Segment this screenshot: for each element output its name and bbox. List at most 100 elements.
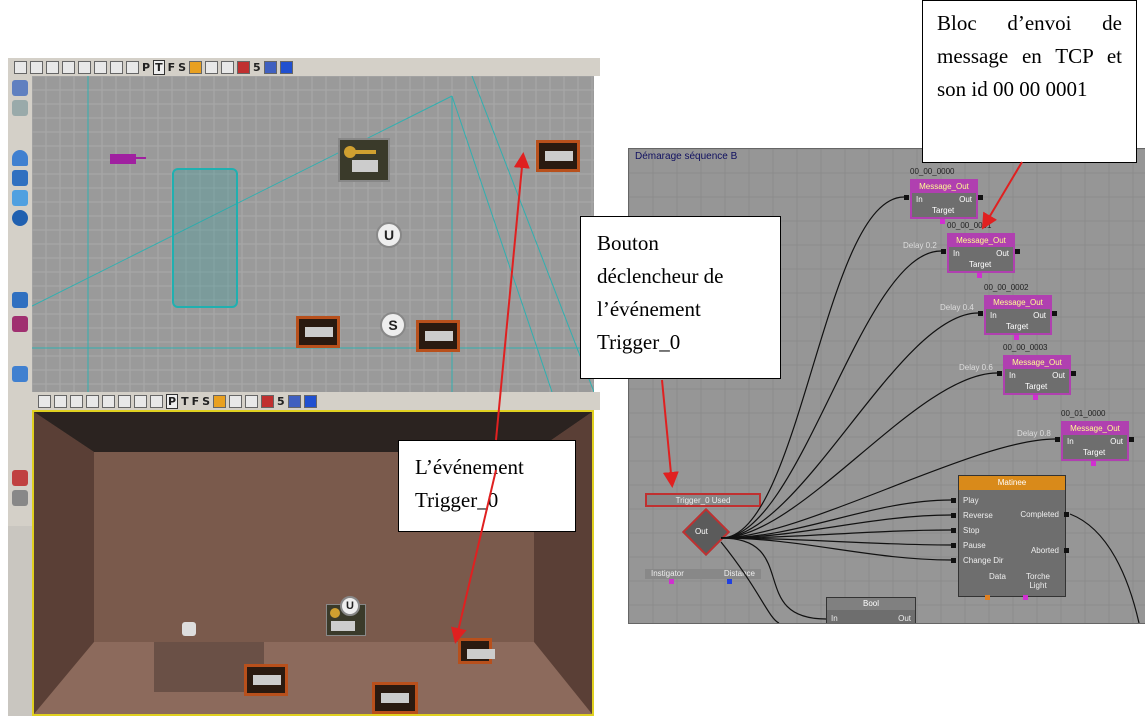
message-target-label: Target [1083, 448, 1106, 457]
cone-brush-icon[interactable] [12, 150, 28, 166]
matinee-play-pin[interactable] [951, 498, 956, 503]
sheet-brush-icon[interactable] [12, 190, 28, 206]
grid-icon[interactable] [245, 394, 259, 408]
message-in-pin[interactable] [978, 311, 983, 316]
message-target-pin[interactable] [977, 273, 982, 278]
message-out-node[interactable]: Message_Out In Out Target [1003, 355, 1071, 395]
message-target-pin[interactable] [1014, 335, 1019, 340]
show-flags-icon[interactable] [205, 60, 219, 74]
side-view-button[interactable]: S [178, 61, 186, 74]
sequence-title: Démarage séquence B [635, 151, 738, 162]
matinee-node[interactable]: Matinee Play Reverse Stop Pause Change D… [958, 475, 1066, 597]
show-flags-icon[interactable] [229, 394, 243, 408]
matinee-pause-pin[interactable] [951, 543, 956, 548]
message-in-pin[interactable] [997, 371, 1002, 376]
message-out-node[interactable]: Message_Out In Out Target [910, 179, 978, 219]
matinee-completed-pin[interactable] [1064, 512, 1069, 517]
geometry-mode-icon[interactable] [12, 100, 28, 116]
instigator-pin[interactable] [669, 579, 674, 584]
matinee-torche-pin[interactable] [1023, 595, 1028, 600]
message-target-label: Target [1006, 322, 1029, 331]
matinee-aborted-pin[interactable] [1064, 548, 1069, 553]
unlit-icon[interactable] [102, 394, 115, 408]
game-view-icon[interactable] [261, 394, 275, 408]
message-out-pin[interactable] [1129, 437, 1134, 442]
perspective-button[interactable]: P [142, 61, 150, 74]
message-out-pin[interactable] [978, 195, 983, 200]
camera-mode-icon[interactable] [12, 80, 28, 96]
csg-subtract-icon[interactable] [12, 316, 28, 332]
maximize-icon[interactable] [263, 60, 277, 74]
csg-add-icon[interactable] [12, 292, 28, 308]
bathtub-mesh-wireframe[interactable] [172, 168, 238, 308]
front-view-button[interactable]: F [192, 395, 200, 408]
top-view-button[interactable]: T [153, 59, 165, 75]
distance-pin[interactable] [727, 579, 732, 584]
matinee-reverse-pin[interactable] [951, 513, 956, 518]
show-all-icon[interactable] [12, 490, 28, 506]
message-out-node[interactable]: Message_Out In Out Target [947, 233, 1015, 273]
unlit-icon[interactable] [78, 60, 91, 74]
matinee-data-pin[interactable] [985, 595, 990, 600]
message-node-title: Message_Out [1063, 423, 1127, 435]
top-viewport[interactable]: U S [32, 76, 594, 394]
maximize-icon[interactable] [287, 394, 301, 408]
message-target-pin[interactable] [940, 219, 945, 224]
side-view-button[interactable]: S [202, 395, 210, 408]
message-out-pin[interactable] [1015, 249, 1020, 254]
front-view-button[interactable]: F [168, 61, 176, 74]
hide-selected-icon[interactable] [12, 470, 28, 486]
game-view-icon[interactable] [237, 60, 251, 74]
message-target-pin[interactable] [1033, 395, 1038, 400]
brush-wire-icon[interactable] [86, 394, 99, 408]
realtime-icon[interactable] [189, 60, 203, 74]
message-in-pin[interactable] [904, 195, 909, 200]
trigger-used-event[interactable]: Trigger_0 Used [645, 493, 761, 507]
realtime-icon[interactable] [213, 394, 227, 408]
message-out-node[interactable]: Message_Out In Out Target [1061, 421, 1129, 461]
interp-actor-icon-3[interactable] [458, 638, 495, 664]
volume-icon[interactable] [12, 366, 28, 382]
interp-actor-icon-2[interactable] [372, 682, 418, 714]
wireframe-icon[interactable] [46, 60, 59, 74]
restore-icon[interactable] [279, 60, 293, 74]
interp-actor-icon[interactable] [536, 140, 580, 172]
interp-actor-icon-3[interactable] [416, 320, 460, 352]
bool-out-label: Out [898, 614, 911, 623]
sphere-brush-icon[interactable] [12, 210, 28, 226]
utility-light-icon[interactable]: U [340, 596, 360, 616]
lighting-only-icon[interactable] [110, 60, 123, 74]
top-view-button[interactable]: T [181, 395, 189, 408]
message-out-node[interactable]: Message_Out In Out Target [984, 295, 1052, 335]
lighting-only-icon[interactable] [134, 394, 147, 408]
message-target-pin[interactable] [1091, 461, 1096, 466]
matinee-changedir-pin[interactable] [951, 558, 956, 563]
cylinder-brush-icon[interactable] [12, 170, 28, 186]
sound-actor-icon[interactable]: S [380, 312, 406, 338]
lock-icon[interactable] [30, 60, 43, 74]
message-out-pin[interactable] [1071, 371, 1076, 376]
light-complexity-icon[interactable] [126, 60, 139, 74]
key-trigger-icon[interactable] [338, 138, 390, 182]
grid-icon[interactable] [221, 60, 235, 74]
interp-actor-icon[interactable] [244, 664, 288, 696]
wireframe-icon[interactable] [70, 394, 83, 408]
player-start-icon[interactable] [106, 146, 146, 170]
viewport-menu-icon[interactable] [14, 60, 27, 74]
utility-light-icon[interactable]: U [376, 222, 402, 248]
message-in-pin[interactable] [1055, 437, 1060, 442]
lit-icon[interactable] [118, 394, 131, 408]
bool-node[interactable]: Bool In Out [826, 597, 916, 623]
message-in-pin[interactable] [941, 249, 946, 254]
matinee-stop-pin[interactable] [951, 528, 956, 533]
interp-actor-icon-2[interactable] [296, 316, 340, 348]
brush-wire-icon[interactable] [62, 60, 75, 74]
light-actor-icon[interactable] [182, 622, 196, 636]
lock-icon[interactable] [54, 394, 67, 408]
lit-icon[interactable] [94, 60, 107, 74]
light-complexity-icon[interactable] [150, 394, 163, 408]
perspective-button[interactable]: P [166, 393, 179, 409]
restore-icon[interactable] [303, 394, 317, 408]
message-out-pin[interactable] [1052, 311, 1057, 316]
viewport-menu-icon[interactable] [38, 394, 51, 408]
